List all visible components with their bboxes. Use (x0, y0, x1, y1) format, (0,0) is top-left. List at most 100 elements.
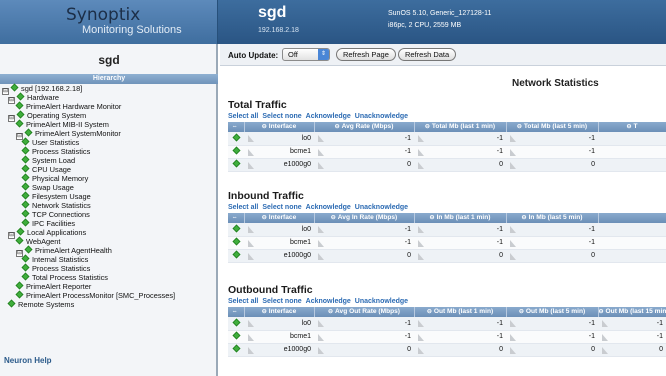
graph-icon[interactable] (248, 161, 254, 169)
select-all-link[interactable]: Select all (228, 298, 258, 305)
refresh-page-button[interactable]: Refresh Page (336, 48, 396, 61)
select-all-link[interactable]: Select all (228, 204, 258, 211)
table-row[interactable]: e1000g0 0 0 0 (228, 249, 666, 263)
graph-icon[interactable] (510, 333, 516, 341)
graph-icon[interactable] (602, 320, 608, 327)
tree-node[interactable]: Network Statistics (21, 200, 91, 210)
graph-icon[interactable] (510, 320, 516, 327)
neuron-help-link[interactable]: Neuron Help (4, 356, 52, 365)
collapse-toggle-icon[interactable]: ⊟ (8, 232, 15, 239)
collapse-toggle-icon[interactable]: ⊟ (8, 115, 15, 122)
graph-icon[interactable] (510, 239, 516, 247)
status-cell[interactable] (228, 158, 244, 172)
graph-icon[interactable] (510, 135, 516, 142)
column-header[interactable]: ⊖ In Mb (last 1 min) (414, 213, 507, 223)
graph-icon[interactable] (248, 135, 254, 142)
select-none-link[interactable]: Select none (262, 298, 301, 305)
select-none-link[interactable]: Select none (262, 113, 301, 120)
tree-node[interactable]: ⊟ PrimeAlert AgentHealth (16, 245, 112, 257)
graph-icon[interactable] (418, 320, 424, 327)
status-cell[interactable] (228, 317, 244, 331)
graph-icon[interactable] (248, 346, 254, 354)
graph-icon[interactable] (418, 252, 424, 260)
column-header[interactable]: ⊖ In Mb (last 5 min) (506, 213, 599, 223)
tree-node[interactable]: PrimeAlert Hardware Monitor (15, 101, 121, 111)
unacknowledge-link[interactable]: Unacknowledge (355, 204, 408, 211)
collapse-toggle-icon[interactable]: ⊟ (8, 97, 15, 104)
graph-icon[interactable] (248, 252, 254, 260)
graph-icon[interactable] (418, 239, 424, 247)
column-header[interactable]: ⊖ Out Mb (last 5 min) (506, 307, 599, 317)
graph-icon[interactable] (418, 135, 424, 142)
tree-node[interactable]: ⊟ Local Applications (8, 227, 86, 239)
column-header[interactable]: ⊖ Avg In Rate (Mbps) (314, 213, 415, 223)
graph-icon[interactable] (318, 333, 324, 341)
graph-icon[interactable] (318, 161, 324, 169)
graph-icon[interactable] (602, 346, 608, 354)
status-cell[interactable] (228, 132, 244, 146)
graph-icon[interactable] (418, 148, 424, 156)
graph-icon[interactable] (510, 226, 516, 233)
select-column-header[interactable]: ⇔ (228, 307, 245, 317)
graph-icon[interactable] (510, 252, 516, 260)
graph-icon[interactable] (248, 239, 254, 247)
table-row[interactable]: bcme1 -1 -1 -1 -1 (228, 330, 666, 344)
column-header[interactable]: ⊖ Total Mb (last 5 min) (506, 122, 599, 132)
status-cell[interactable] (228, 330, 244, 344)
graph-icon[interactable] (418, 226, 424, 233)
unacknowledge-link[interactable]: Unacknowledge (355, 298, 408, 305)
tree-node[interactable]: PrimeAlert MIB-II System (15, 119, 109, 129)
acknowledge-link[interactable]: Acknowledge (306, 113, 351, 120)
column-header[interactable]: ⊖ Interface (244, 213, 315, 223)
graph-icon[interactable] (248, 148, 254, 156)
status-cell[interactable] (228, 343, 244, 357)
status-cell[interactable] (228, 236, 244, 250)
graph-icon[interactable] (248, 333, 254, 341)
tree-node[interactable]: ⊟ PrimeAlert SystemMonitor (16, 128, 121, 140)
column-header[interactable]: ⊖ Avg Out Rate (Mbps) (314, 307, 415, 317)
tree-node[interactable]: ⊟ Hardware (8, 92, 59, 104)
tree-node[interactable]: WebAgent (15, 236, 60, 246)
table-row[interactable]: e1000g0 0 0 0 (228, 158, 666, 172)
tree-node[interactable]: Filesystem Usage (21, 191, 91, 201)
graph-icon[interactable] (248, 320, 254, 327)
tree-node[interactable]: Total Process Statistics (21, 272, 108, 282)
unacknowledge-link[interactable]: Unacknowledge (355, 113, 408, 120)
table-row[interactable]: lo0 -1 -1 -1 (228, 132, 666, 146)
auto-update-select[interactable]: Off ⇕ (282, 48, 330, 61)
tree-node[interactable]: Internal Statistics (21, 254, 88, 264)
graph-icon[interactable] (318, 239, 324, 247)
tree-node[interactable]: ⊟ Operating System (8, 110, 86, 122)
tree-node[interactable]: TCP Connections (21, 209, 90, 219)
table-row[interactable]: e1000g0 0 0 0 0 (228, 343, 666, 357)
graph-icon[interactable] (418, 333, 424, 341)
tree-node[interactable]: System Load (21, 155, 75, 165)
graph-icon[interactable] (248, 226, 254, 233)
table-row[interactable]: lo0 -1 -1 -1 -1 (228, 317, 666, 331)
tree-node[interactable]: CPU Usage (21, 164, 71, 174)
tree-node[interactable]: ⊟ sgd [192.168.2.18] (2, 83, 82, 95)
select-column-header[interactable]: ⇔ (228, 122, 245, 132)
tree-node[interactable]: User Statistics (21, 137, 79, 147)
graph-icon[interactable] (602, 333, 608, 341)
column-header[interactable]: ⊖ T (598, 122, 666, 132)
graph-icon[interactable] (318, 135, 324, 142)
graph-icon[interactable] (510, 148, 516, 156)
graph-icon[interactable] (510, 161, 516, 169)
tree-node[interactable]: Physical Memory (21, 173, 88, 183)
status-cell[interactable] (228, 249, 244, 263)
column-header[interactable] (598, 213, 666, 223)
status-cell[interactable] (228, 223, 244, 237)
column-header[interactable]: ⊖ Interface (244, 307, 315, 317)
column-header[interactable]: ⊖ Out Mb (last 1 min) (414, 307, 507, 317)
table-row[interactable]: bcme1 -1 -1 -1 (228, 236, 666, 250)
select-none-link[interactable]: Select none (262, 204, 301, 211)
select-all-link[interactable]: Select all (228, 113, 258, 120)
table-row[interactable]: lo0 -1 -1 -1 (228, 223, 666, 237)
tree-node[interactable]: PrimeAlert Reporter (15, 281, 91, 291)
graph-icon[interactable] (318, 346, 324, 354)
column-header[interactable]: ⊖ Interface (244, 122, 315, 132)
graph-icon[interactable] (510, 346, 516, 354)
tree-node[interactable]: IPC Facilities (21, 218, 75, 228)
column-header[interactable]: ⊖ Total Mb (last 1 min) (414, 122, 507, 132)
